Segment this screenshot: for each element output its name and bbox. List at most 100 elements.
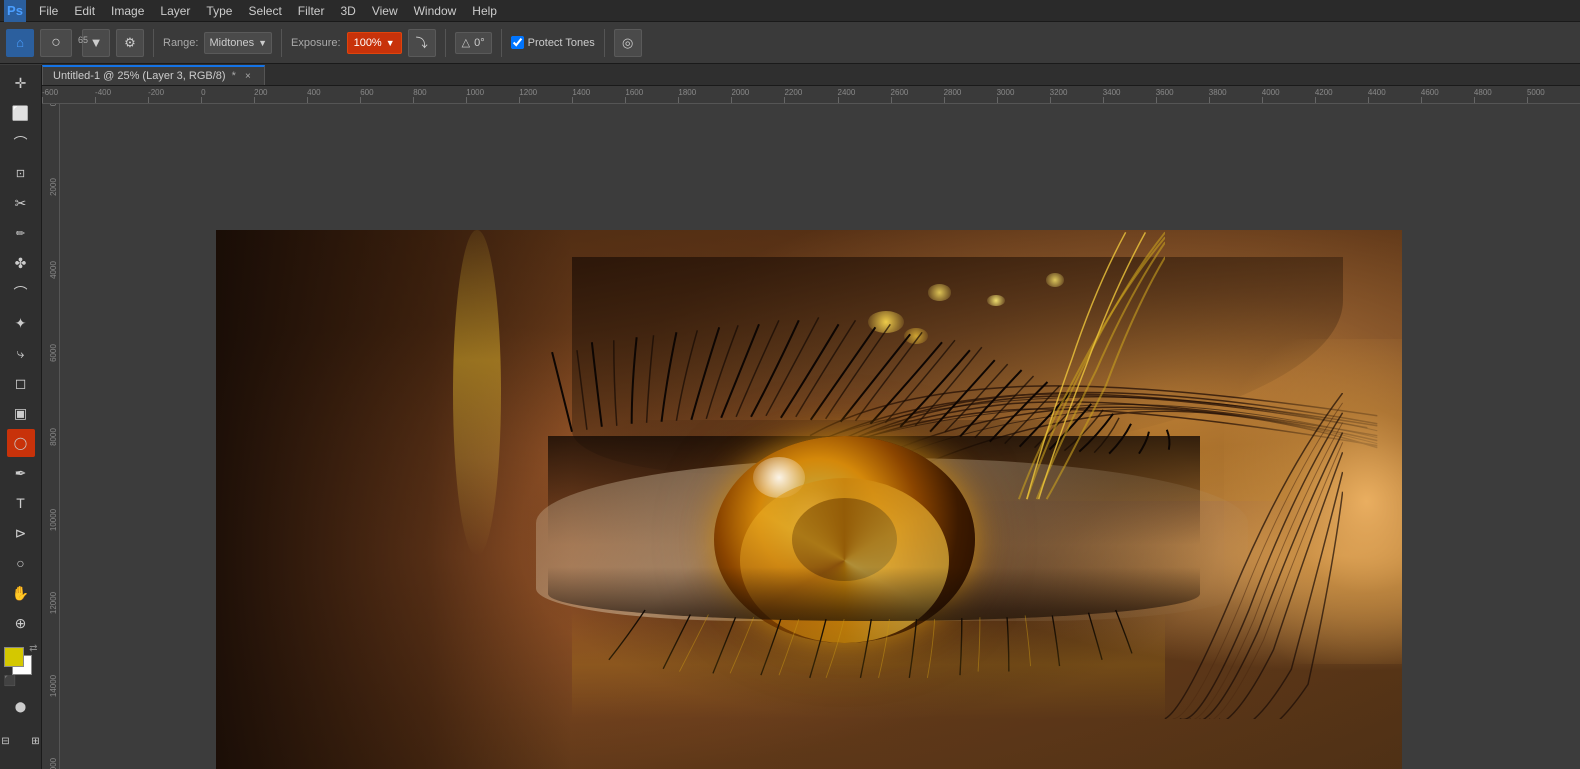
crop-tool[interactable]: ✂ — [7, 189, 35, 217]
airbrush-toggle[interactable]: ⤵ — [408, 29, 436, 57]
ruler-tick-line-13 — [731, 97, 732, 103]
path-select-tool[interactable]: ⊳ — [7, 519, 35, 547]
brush-size-label: 65 — [78, 35, 88, 45]
home-icon: ⌂ — [16, 35, 24, 50]
exposure-input[interactable]: 100% ▼ — [347, 32, 402, 54]
move-tool[interactable]: ✛ — [7, 69, 35, 97]
ruler-tick-9: 1200 — [519, 88, 537, 97]
quick-mask-button[interactable]: ⬤ — [7, 693, 35, 721]
ruler-tick-line-28 — [1527, 97, 1528, 103]
artboard-button[interactable]: ⊞ — [22, 727, 43, 755]
ruler-tick-line-16 — [891, 97, 892, 103]
ruler-tick-line-20 — [1103, 97, 1104, 103]
ruler-tick-12: 1800 — [678, 88, 696, 97]
ruler-tick-line-25 — [1368, 97, 1369, 103]
brush-tool-button[interactable]: ○ — [40, 29, 72, 57]
ruler-tick-3: 0 — [201, 88, 205, 97]
screen-mode-button[interactable]: ⊟ — [0, 727, 20, 755]
color-swatches-area: ⇄ ⬛ — [4, 647, 38, 687]
magic-wand-tool[interactable]: ⊡ — [7, 159, 35, 187]
menu-image[interactable]: Image — [104, 2, 151, 20]
menu-select[interactable]: Select — [241, 2, 288, 20]
range-dropdown[interactable]: Midtones ▼ — [204, 32, 272, 54]
target-button[interactable]: ◎ — [614, 29, 642, 57]
text-tool[interactable]: T — [7, 489, 35, 517]
zoom-tool[interactable]: ⊕ — [7, 609, 35, 637]
menu-view[interactable]: View — [365, 2, 405, 20]
ruler-tick-line-14 — [784, 97, 785, 103]
gradient-tool[interactable]: ▣ — [7, 399, 35, 427]
protect-tones-group: Protect Tones — [511, 36, 595, 49]
ruler-tick-line-4 — [254, 97, 255, 103]
lasso-tool[interactable]: ⌒ — [7, 129, 35, 157]
ruler-tick-line-18 — [997, 97, 998, 103]
dodge-tool[interactable]: ◯ — [7, 429, 35, 457]
canvas-image[interactable] — [216, 230, 1402, 769]
ruler-canvas: -600-400-2000200400600800100012001400160… — [42, 86, 1580, 103]
document-tab[interactable]: Untitled-1 @ 25% (Layer 3, RGB/8) * × — [42, 65, 265, 85]
ruler-tick-6: 600 — [360, 88, 373, 97]
vruler-tick-3: 6000 — [49, 344, 58, 362]
tab-close-button[interactable]: × — [242, 70, 254, 82]
ruler-tick-20: 3400 — [1103, 88, 1121, 97]
ruler-tick-line-27 — [1474, 97, 1475, 103]
canvas-area — [60, 104, 1580, 769]
menu-layer[interactable]: Layer — [153, 2, 197, 20]
ruler-tick-13: 2000 — [731, 88, 749, 97]
golden-streaks-svg — [928, 230, 1165, 502]
ruler-tick-line-7 — [413, 97, 414, 103]
ruler-tick-line-24 — [1315, 97, 1316, 103]
ruler-vertical: 0200040006000800010000120001400016000 — [42, 104, 60, 769]
exposure-value: 100% — [354, 37, 382, 49]
rect-select-tool[interactable]: ⬜ — [7, 99, 35, 127]
ruler-tick-22: 3800 — [1209, 88, 1227, 97]
menu-edit[interactable]: Edit — [67, 2, 102, 20]
ruler-tick-line-5 — [307, 97, 308, 103]
golden-light-streak — [453, 230, 500, 556]
menu-help[interactable]: Help — [465, 2, 504, 20]
menu-filter[interactable]: Filter — [291, 2, 332, 20]
menu-file[interactable]: File — [32, 2, 65, 20]
menu-type[interactable]: Type — [199, 2, 239, 20]
brush-settings-button[interactable]: ⚙ — [116, 29, 144, 57]
vruler-tick-2: 4000 — [49, 261, 58, 279]
vruler-tick-0: 0 — [49, 104, 58, 106]
menu-window[interactable]: Window — [407, 2, 464, 20]
foreground-color-swatch[interactable] — [4, 647, 24, 667]
range-label: Range: — [163, 37, 198, 49]
pen-tool[interactable]: ✒ — [7, 459, 35, 487]
ruler-tick-line-22 — [1209, 97, 1210, 103]
spot-heal-tool[interactable]: ✤ — [7, 249, 35, 277]
angle-triangle-icon: △ — [462, 36, 470, 49]
ruler-tick-24: 4200 — [1315, 88, 1333, 97]
separator-4 — [501, 29, 502, 57]
protect-tones-label: Protect Tones — [528, 37, 595, 49]
hand-tool[interactable]: ✋ — [7, 579, 35, 607]
home-button[interactable]: ⌂ — [6, 29, 34, 57]
ruler-tick-line-6 — [360, 97, 361, 103]
history-brush-tool[interactable]: ⤷ — [7, 339, 35, 367]
eyedropper-tool[interactable]: ✏ — [7, 219, 35, 247]
ruler-tick-5: 400 — [307, 88, 320, 97]
exposure-label: Exposure: — [291, 37, 341, 49]
swap-colors-icon[interactable]: ⇄ — [29, 643, 37, 654]
brush-preset-icon: ▼ — [90, 35, 103, 50]
brush-settings-icon: ⚙ — [124, 35, 136, 51]
clone-stamp-tool[interactable]: ✦ — [7, 309, 35, 337]
eraser-tool[interactable]: ◻ — [7, 369, 35, 397]
separator-3 — [445, 29, 446, 57]
ruler-tick-line-17 — [944, 97, 945, 103]
ruler-tick-16: 2600 — [891, 88, 909, 97]
reset-colors-icon[interactable]: ⬛ — [4, 676, 16, 687]
protect-tones-checkbox[interactable] — [511, 36, 524, 49]
brush-tool[interactable]: ⌒ — [7, 279, 35, 307]
ruler-tick-line-3 — [201, 97, 202, 103]
ruler-tick-7: 800 — [413, 88, 426, 97]
range-value: Midtones — [209, 37, 254, 49]
vruler-tick-8: 16000 — [49, 758, 58, 769]
shape-tool[interactable]: ○ — [7, 549, 35, 577]
menu-3d[interactable]: 3D — [333, 2, 362, 20]
range-chevron-icon: ▼ — [258, 38, 267, 48]
angle-input[interactable]: △ 0° — [455, 32, 492, 54]
target-icon: ◎ — [622, 35, 633, 51]
